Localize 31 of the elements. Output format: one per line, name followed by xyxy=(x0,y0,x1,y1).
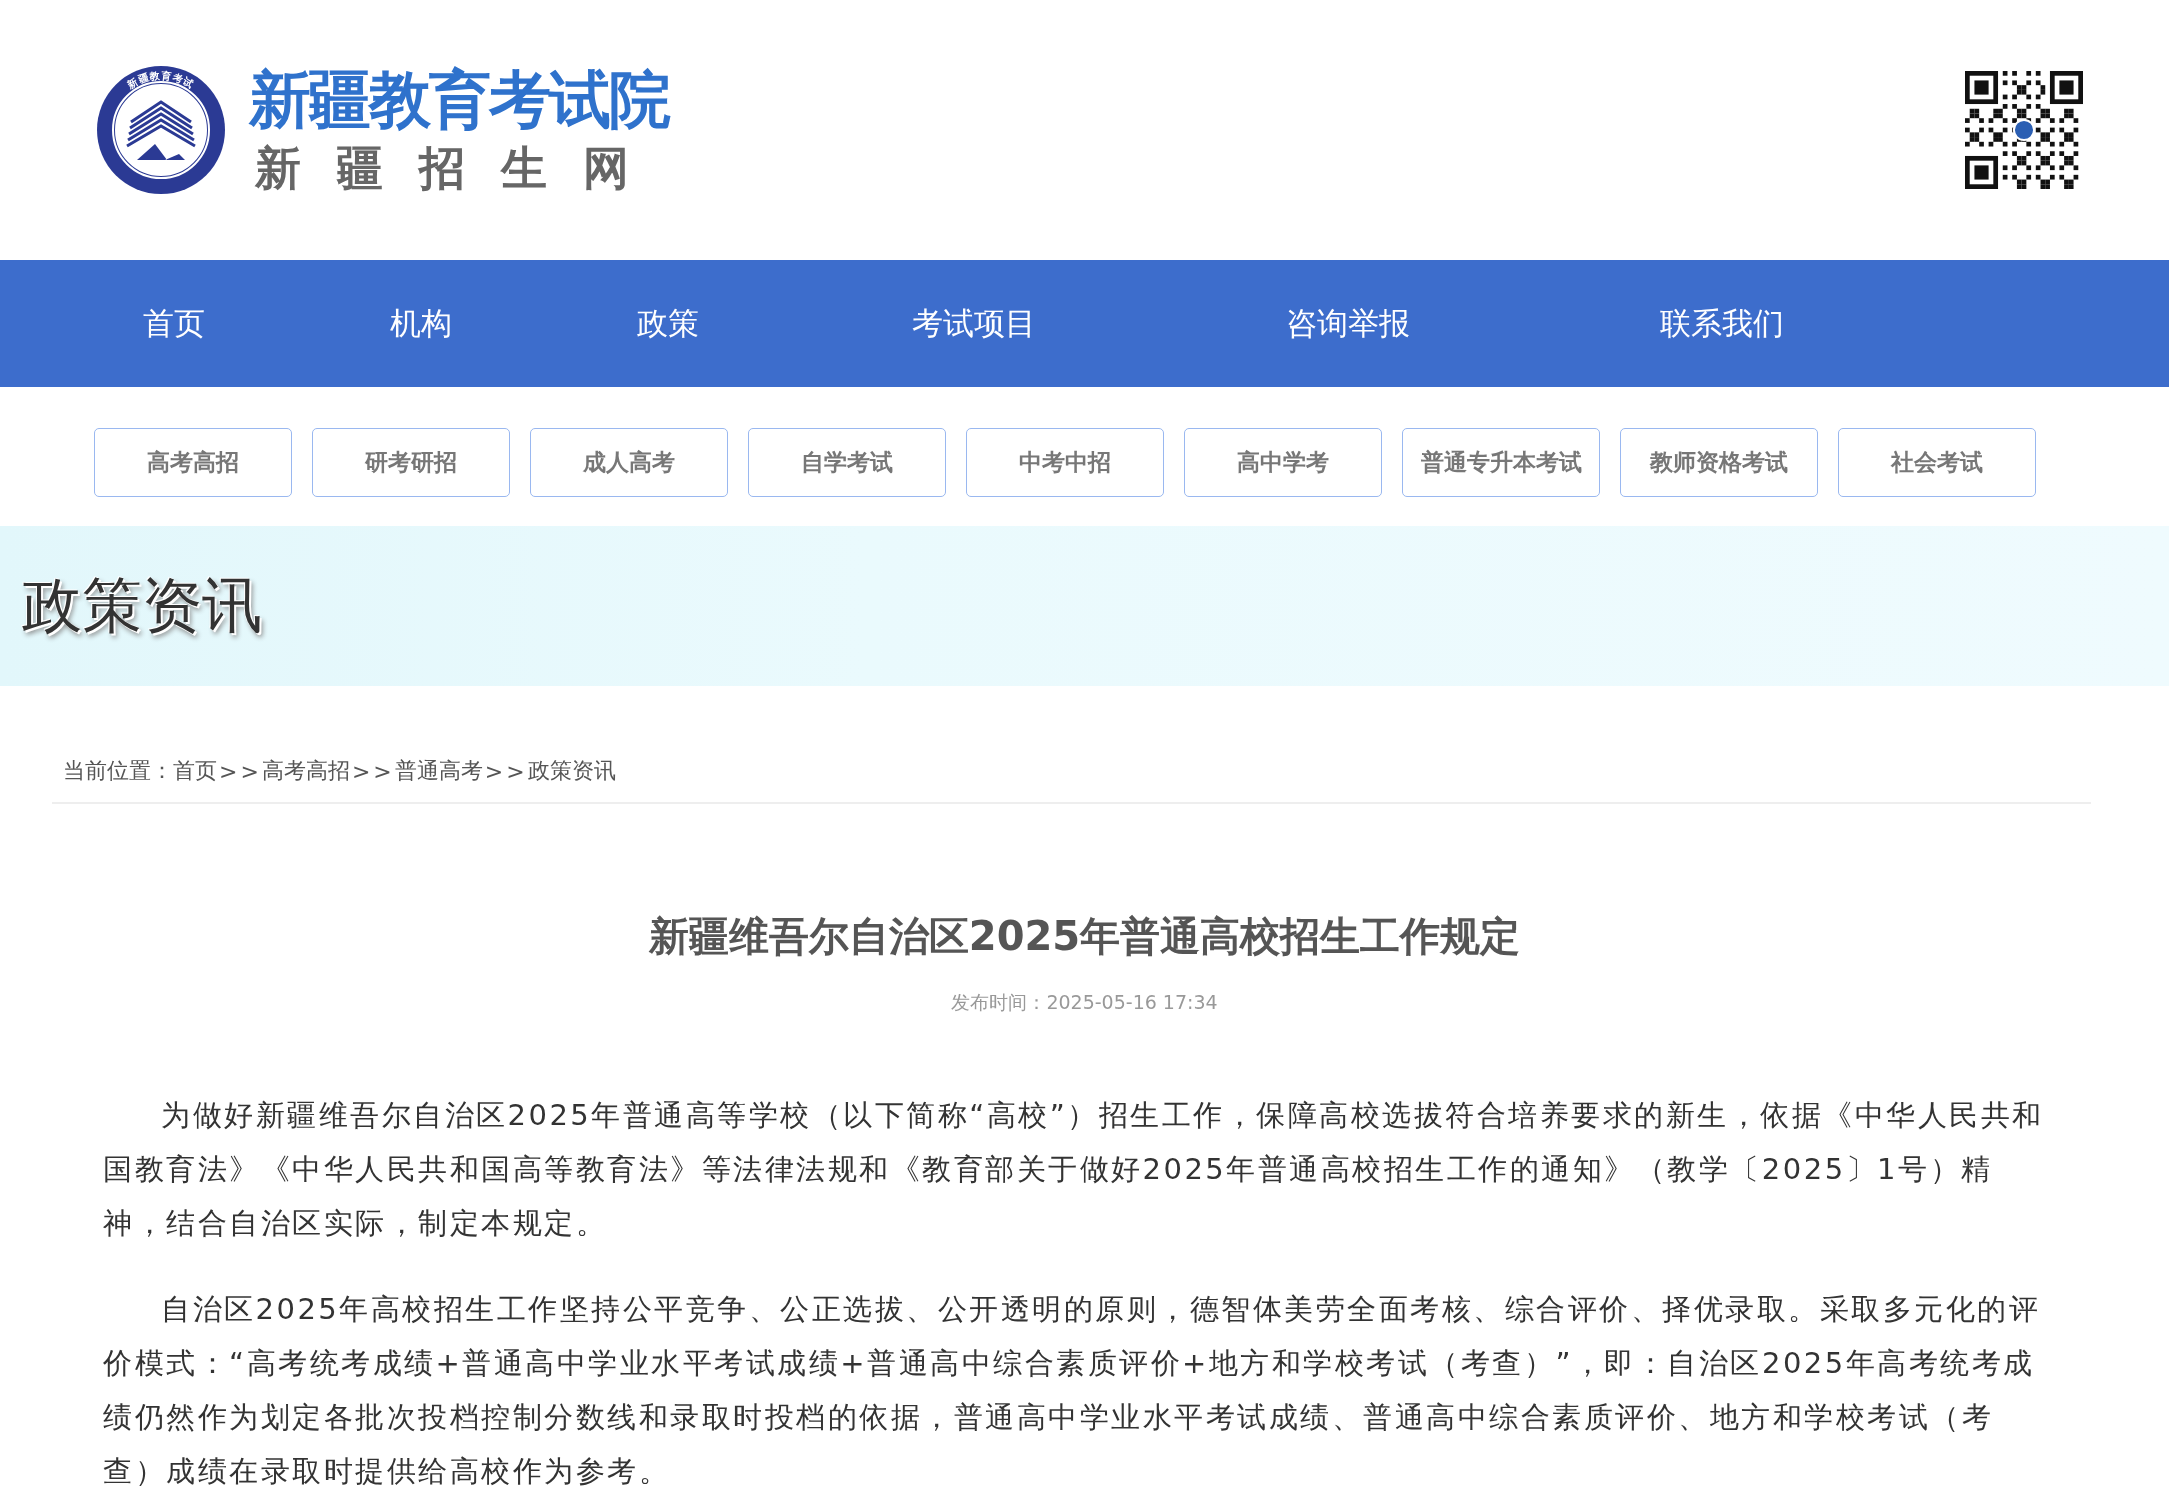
category-button[interactable]: 成人高考 xyxy=(530,428,728,497)
breadcrumb-link[interactable]: 首页 xyxy=(173,756,217,786)
category-button[interactable]: 社会考试 xyxy=(1838,428,2036,497)
category-button[interactable]: 教师资格考试 xyxy=(1620,428,1818,497)
category-button[interactable]: 中考中招 xyxy=(966,428,1164,497)
article-paragraph: 自治区2025年高校招生工作坚持公平竞争、公正选拔、公开透明的原则，德智体美劳全面考核、综合评价、择优录取。采取多元化的评价模式：“高考统考成绩+普通高中学业水平考试成绩+普通高中综合素质评价+地方和学校考试（考查）”，即：自治区2025年高考统考成绩仍然作为划定各批次投档控制分数线和录取时投档的依据，普通高中学业水平考试成绩、普通高中综合素质评价、地方和学校考试（考查）成绩在录取时提供给高校作为参考。 xyxy=(103,1291,2042,1490)
site-name: 新疆教育考试院 xyxy=(249,62,669,138)
nav-link[interactable]: 考试项目 xyxy=(912,302,1036,345)
nav-link[interactable]: 机构 xyxy=(390,302,452,345)
breadcrumb-label: 当前位置： xyxy=(63,757,173,785)
site-subtitle: 新疆招生网 xyxy=(255,140,666,197)
category-button[interactable]: 高中学考 xyxy=(1184,428,1382,497)
breadcrumb-link[interactable]: 高考高招 xyxy=(261,756,350,786)
breadcrumb-separator: >> xyxy=(484,758,528,784)
emblem-logo: 新疆教育考试 xyxy=(95,64,227,196)
publish-date: 发布时间：2025-05-16 17:34 xyxy=(950,990,1219,1015)
article-title: 新疆维吾尔自治区2025年普通高校招生工作规定 xyxy=(647,912,1522,961)
nav-link[interactable]: 首页 xyxy=(143,302,205,345)
nav-link[interactable]: 咨询举报 xyxy=(1286,302,1410,345)
category-button[interactable]: 普通专升本考试 xyxy=(1402,428,1600,497)
breadcrumb-link[interactable]: 政策资讯 xyxy=(527,756,616,786)
banner-title: 政策资讯 xyxy=(22,568,262,642)
breadcrumb-separator: >> xyxy=(219,758,262,784)
nav-link[interactable]: 政策 xyxy=(637,302,699,345)
breadcrumb-separator: >> xyxy=(351,758,395,784)
category-button[interactable]: 高考高招 xyxy=(94,428,292,497)
category-button[interactable]: 自学考试 xyxy=(748,428,946,497)
category-button[interactable]: 研考研招 xyxy=(312,428,510,497)
article-paragraph: 为做好新疆维吾尔自治区2025年普通高等学校（以下简称“高校”）招生工作，保障高校选拔符合培养要求的新生，依据《中华人民共和国教育法》《中华人民共和国高等教育法》等法律法规和《教育部关于做好2025年普通高校招生工作的通知》（教学〔2025〕1号）精神，结合自治区实际，制定本规定。 xyxy=(103,1097,2045,1242)
breadcrumb-link[interactable]: 普通高考 xyxy=(394,756,483,786)
nav-link[interactable]: 联系我们 xyxy=(1660,302,1784,345)
